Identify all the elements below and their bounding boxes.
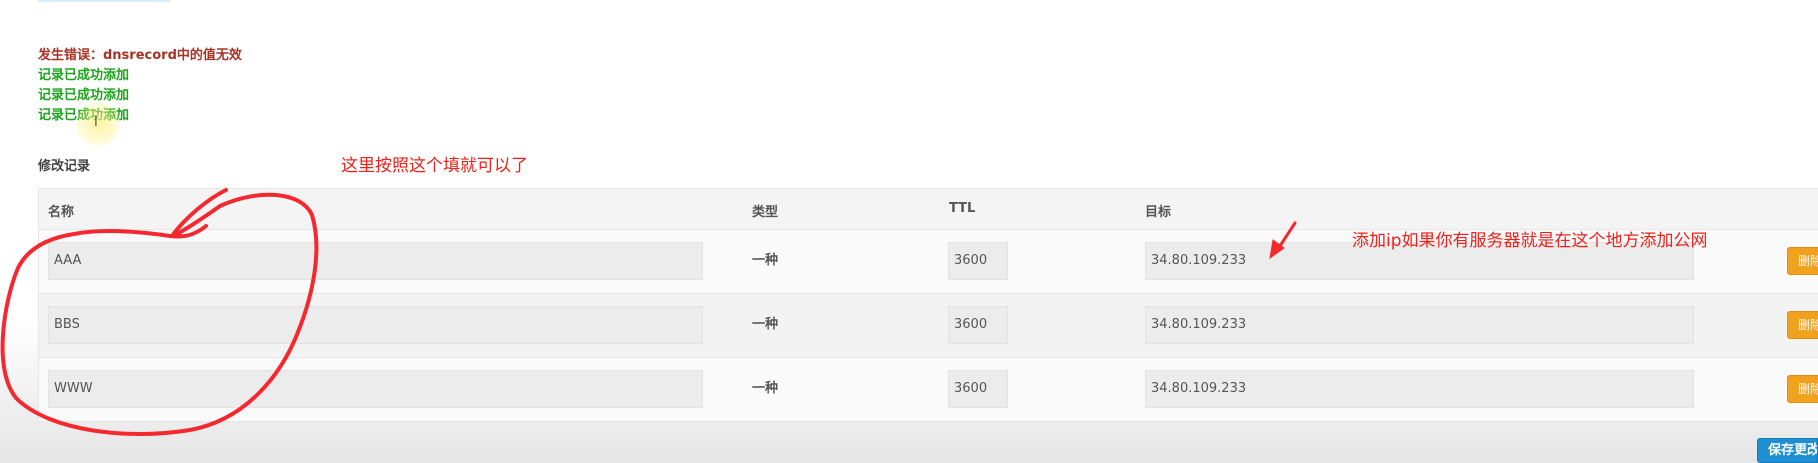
annotation-fill-hint: 这里按照这个填就可以了 — [341, 156, 528, 176]
record-type-value: 一种 — [752, 317, 779, 332]
record-ttl-input[interactable]: 3600 — [948, 306, 1008, 344]
table-row: BBS 一种 3600 34.80.109.233 删除 — [39, 294, 1818, 358]
records-table: 名称 类型 TTL 目标 AAA 一种 3600 34.80.109.233 删… — [38, 188, 1818, 422]
status-messages: 发生错误：dnsrecord中的值无效 记录已成功添加 记录已成功添加 记录已成… — [38, 46, 242, 126]
column-header-ttl: TTL — [949, 201, 976, 216]
section-title: 修改记录 — [38, 159, 91, 174]
record-ttl-input[interactable]: 3600 — [948, 370, 1008, 408]
column-header-target: 目标 — [1145, 205, 1172, 220]
record-target-input[interactable]: 34.80.109.233 — [1145, 370, 1694, 408]
column-header-type: 类型 — [752, 205, 779, 220]
delete-record-button[interactable]: 删除 — [1787, 311, 1818, 339]
save-changes-button[interactable]: 保存更改 — [1757, 438, 1818, 463]
annotation-ip-hint: 添加ip如果你有服务器就是在这个地方添加公网 — [1352, 231, 1708, 251]
record-ttl-input[interactable]: 3600 — [948, 242, 1008, 280]
success-message: 记录已成功添加 — [38, 88, 130, 103]
record-name-input[interactable]: BBS — [48, 306, 703, 344]
cursor-highlight — [76, 102, 120, 146]
table-row: WWW 一种 3600 34.80.109.233 删除 — [39, 358, 1818, 422]
top-bar-remnant — [38, 0, 170, 2]
column-header-name: 名称 — [48, 205, 75, 220]
text-cursor-icon: I — [94, 115, 98, 130]
record-type-value: 一种 — [752, 381, 779, 396]
record-type-value: 一种 — [752, 253, 779, 268]
record-name-input[interactable]: WWW — [48, 370, 703, 408]
table-header: 名称 类型 TTL 目标 — [39, 189, 1818, 230]
success-message: 记录已成功添加 — [38, 68, 130, 83]
error-message: 发生错误：dnsrecord中的值无效 — [38, 48, 242, 63]
success-message: 记录已成功添加 — [38, 106, 242, 126]
record-name-input[interactable]: AAA — [48, 242, 703, 280]
delete-record-button[interactable]: 删除 — [1787, 375, 1818, 403]
record-target-input[interactable]: 34.80.109.233 — [1145, 306, 1694, 344]
delete-record-button[interactable]: 删除 — [1787, 247, 1818, 275]
